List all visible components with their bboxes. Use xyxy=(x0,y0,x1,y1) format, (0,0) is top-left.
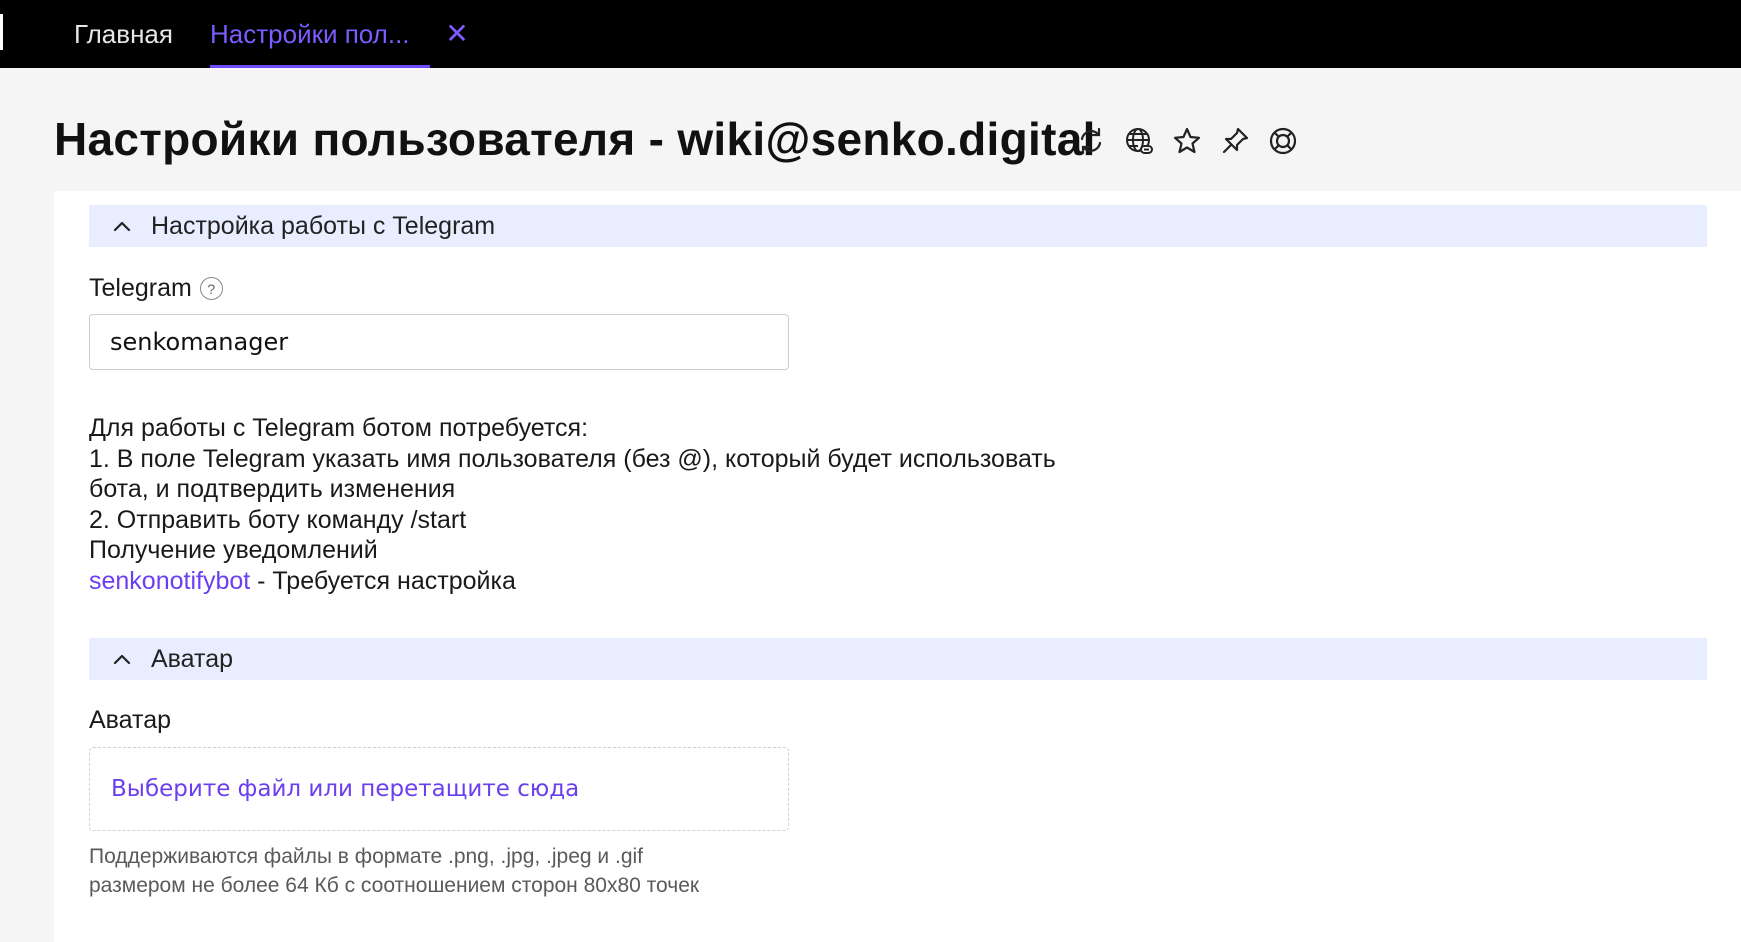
bot-link[interactable]: senkonotifybot xyxy=(89,567,250,595)
globe-link-icon[interactable] xyxy=(1122,124,1156,158)
instruction-line: Для работы с Telegram ботом потребуется: xyxy=(89,414,589,442)
section-title-telegram: Настройка работы с Telegram xyxy=(151,211,496,240)
section-header-avatar[interactable]: Аватар xyxy=(89,638,1707,680)
telegram-instructions: Для работы с Telegram ботом потребуется:… xyxy=(89,413,1189,596)
chevron-up-icon xyxy=(107,220,137,232)
bot-status-line: senkonotifybot - Требуется настройка xyxy=(89,566,1189,597)
telegram-label-text: Telegram xyxy=(89,274,192,302)
tab-user-settings[interactable]: Настройки пол... xyxy=(210,0,430,68)
tab-bar: Главная Настройки пол... ✕ xyxy=(0,0,1741,68)
refresh-icon[interactable] xyxy=(1074,124,1108,158)
instruction-line: бота, и подтвердить изменения xyxy=(89,475,456,503)
instruction-line: 1. В поле Telegram указать имя пользоват… xyxy=(89,444,1056,473)
avatar-dropzone[interactable]: Выберите файл или перетащите сюда xyxy=(89,747,789,831)
section-header-telegram[interactable]: Настройка работы с Telegram xyxy=(89,205,1707,247)
avatar-label-text: Аватар xyxy=(89,706,172,734)
tab-home[interactable]: Главная xyxy=(74,0,173,68)
help-icon[interactable]: ? xyxy=(199,277,223,300)
title-actions xyxy=(1074,124,1300,158)
close-tab-icon[interactable]: ✕ xyxy=(442,16,472,50)
page-title: Настройки пользователя - wiki@senko.digi… xyxy=(54,113,1096,165)
avatar-field-label: Аватар xyxy=(89,706,171,735)
telegram-field-label: Telegram ? xyxy=(89,274,223,303)
section-title-avatar: Аватар xyxy=(151,644,234,673)
lifebuoy-icon[interactable] xyxy=(1266,124,1300,158)
dropzone-text: Выберите файл или перетащите сюда xyxy=(111,776,580,802)
star-icon[interactable] xyxy=(1170,124,1204,158)
hint-line: Поддерживаются файлы в формате .png, .jp… xyxy=(89,845,643,868)
tab-bar-edge xyxy=(0,14,3,50)
telegram-username-input[interactable] xyxy=(89,314,789,370)
instruction-line: Получение уведомлений xyxy=(89,536,378,564)
tab-home-label: Главная xyxy=(74,18,173,49)
avatar-hint: Поддерживаются файлы в формате .png, .jp… xyxy=(89,842,889,900)
chevron-up-icon xyxy=(107,653,137,665)
pin-icon[interactable] xyxy=(1218,124,1252,158)
instruction-line: 2. Отправить боту команду /start xyxy=(89,505,467,534)
hint-line: размером не более 64 Кб с соотношением с… xyxy=(89,874,700,897)
tab-user-settings-label: Настройки пол... xyxy=(210,18,410,49)
bot-status-text: - Требуется настройка xyxy=(250,566,516,595)
active-tab-indicator xyxy=(210,65,430,68)
settings-panel: Настройка работы с Telegram Telegram ? Д… xyxy=(54,191,1741,942)
